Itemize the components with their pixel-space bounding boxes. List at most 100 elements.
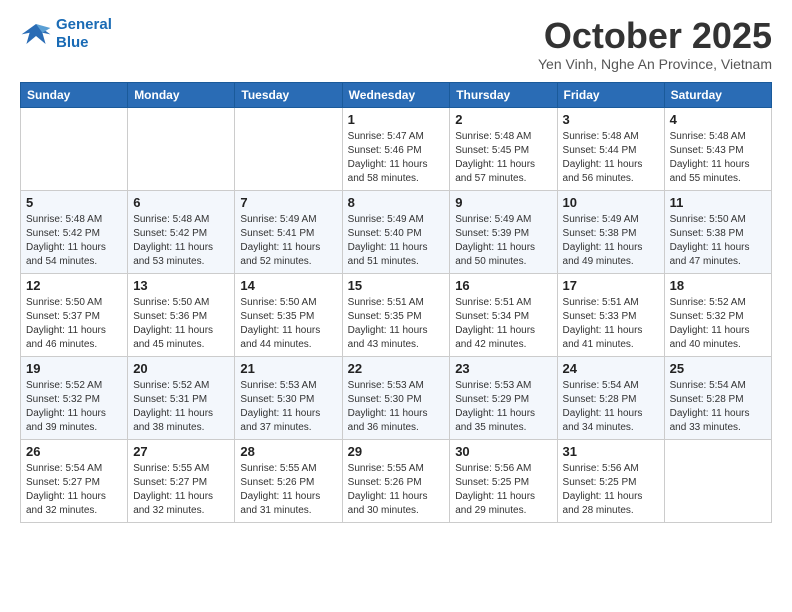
day-info: Sunrise: 5:49 AM Sunset: 5:41 PM Dayligh…	[240, 213, 336, 269]
day-number: 20	[133, 361, 229, 376]
calendar-cell: 14 Sunrise: 5:50 AM Sunset: 5:35 PM Dayli…	[235, 273, 342, 356]
day-number: 10	[563, 195, 659, 210]
header-wednesday: Wednesday	[342, 82, 450, 107]
day-info: Sunrise: 5:56 AM Sunset: 5:25 PM Dayligh…	[563, 462, 659, 518]
day-info: Sunrise: 5:48 AM Sunset: 5:42 PM Dayligh…	[133, 213, 229, 269]
day-info: Sunrise: 5:53 AM Sunset: 5:30 PM Dayligh…	[348, 379, 445, 435]
calendar-cell: 26 Sunrise: 5:54 AM Sunset: 5:27 PM Dayli…	[21, 439, 128, 522]
day-info: Sunrise: 5:52 AM Sunset: 5:32 PM Dayligh…	[26, 379, 122, 435]
header-friday: Friday	[557, 82, 664, 107]
day-info: Sunrise: 5:49 AM Sunset: 5:40 PM Dayligh…	[348, 213, 445, 269]
calendar-cell: 12 Sunrise: 5:50 AM Sunset: 5:37 PM Dayli…	[21, 273, 128, 356]
day-number: 17	[563, 278, 659, 293]
calendar-cell	[21, 107, 128, 190]
week-row-4: 19 Sunrise: 5:52 AM Sunset: 5:32 PM Dayli…	[21, 356, 772, 439]
day-number: 15	[348, 278, 445, 293]
day-info: Sunrise: 5:53 AM Sunset: 5:29 PM Dayligh…	[455, 379, 551, 435]
day-info: Sunrise: 5:50 AM Sunset: 5:38 PM Dayligh…	[670, 213, 766, 269]
calendar-cell: 1 Sunrise: 5:47 AM Sunset: 5:46 PM Daylig…	[342, 107, 450, 190]
day-info: Sunrise: 5:48 AM Sunset: 5:42 PM Dayligh…	[26, 213, 122, 269]
day-info: Sunrise: 5:54 AM Sunset: 5:27 PM Dayligh…	[26, 462, 122, 518]
day-number: 18	[670, 278, 766, 293]
day-number: 1	[348, 112, 445, 127]
day-number: 25	[670, 361, 766, 376]
calendar-cell	[664, 439, 771, 522]
day-number: 12	[26, 278, 122, 293]
calendar-cell: 8Sunrise: 5:49 AM Sunset: 5:40 PM Daylig…	[342, 190, 450, 273]
day-info: Sunrise: 5:48 AM Sunset: 5:43 PM Dayligh…	[670, 130, 766, 186]
week-row-3: 12 Sunrise: 5:50 AM Sunset: 5:37 PM Dayli…	[21, 273, 772, 356]
header-saturday: Saturday	[664, 82, 771, 107]
day-info: Sunrise: 5:53 AM Sunset: 5:30 PM Dayligh…	[240, 379, 336, 435]
calendar-cell: 28 Sunrise: 5:55 AM Sunset: 5:26 PM Dayli…	[235, 439, 342, 522]
day-info: Sunrise: 5:50 AM Sunset: 5:36 PM Dayligh…	[133, 296, 229, 352]
day-number: 19	[26, 361, 122, 376]
calendar-cell: 4 Sunrise: 5:48 AM Sunset: 5:43 PM Daylig…	[664, 107, 771, 190]
day-info: Sunrise: 5:51 AM Sunset: 5:35 PM Dayligh…	[348, 296, 445, 352]
calendar-cell: 30 Sunrise: 5:56 AM Sunset: 5:25 PM Dayli…	[450, 439, 557, 522]
day-number: 7	[240, 195, 336, 210]
calendar-cell: 17 Sunrise: 5:51 AM Sunset: 5:33 PM Dayli…	[557, 273, 664, 356]
day-info: Sunrise: 5:50 AM Sunset: 5:35 PM Dayligh…	[240, 296, 336, 352]
calendar-cell: 27 Sunrise: 5:55 AM Sunset: 5:27 PM Dayli…	[128, 439, 235, 522]
day-number: 29	[348, 444, 445, 459]
day-info: Sunrise: 5:48 AM Sunset: 5:45 PM Dayligh…	[455, 130, 551, 186]
calendar-cell: 13Sunrise: 5:50 AM Sunset: 5:36 PM Dayli…	[128, 273, 235, 356]
calendar-cell	[235, 107, 342, 190]
calendar-cell: 6 Sunrise: 5:48 AM Sunset: 5:42 PM Daylig…	[128, 190, 235, 273]
day-number: 6	[133, 195, 229, 210]
day-number: 4	[670, 112, 766, 127]
calendar-cell: 21 Sunrise: 5:53 AM Sunset: 5:30 PM Dayli…	[235, 356, 342, 439]
calendar-cell: 15 Sunrise: 5:51 AM Sunset: 5:35 PM Dayli…	[342, 273, 450, 356]
calendar-cell: 22 Sunrise: 5:53 AM Sunset: 5:30 PM Dayli…	[342, 356, 450, 439]
calendar-cell: 11 Sunrise: 5:50 AM Sunset: 5:38 PM Dayli…	[664, 190, 771, 273]
header-tuesday: Tuesday	[235, 82, 342, 107]
calendar-cell: 24 Sunrise: 5:54 AM Sunset: 5:28 PM Dayli…	[557, 356, 664, 439]
day-number: 24	[563, 361, 659, 376]
day-info: Sunrise: 5:54 AM Sunset: 5:28 PM Dayligh…	[563, 379, 659, 435]
day-number: 30	[455, 444, 551, 459]
logo-text: General Blue	[56, 16, 112, 52]
day-info: Sunrise: 5:52 AM Sunset: 5:32 PM Dayligh…	[670, 296, 766, 352]
calendar-cell: 20Sunrise: 5:52 AM Sunset: 5:31 PM Dayli…	[128, 356, 235, 439]
calendar-cell	[128, 107, 235, 190]
header-thursday: Thursday	[450, 82, 557, 107]
header-row: SundayMondayTuesdayWednesdayThursdayFrid…	[21, 82, 772, 107]
day-number: 2	[455, 112, 551, 127]
calendar-cell: 25 Sunrise: 5:54 AM Sunset: 5:28 PM Dayli…	[664, 356, 771, 439]
day-info: Sunrise: 5:49 AM Sunset: 5:38 PM Dayligh…	[563, 213, 659, 269]
day-info: Sunrise: 5:51 AM Sunset: 5:34 PM Dayligh…	[455, 296, 551, 352]
calendar-cell: 2 Sunrise: 5:48 AM Sunset: 5:45 PM Daylig…	[450, 107, 557, 190]
calendar-cell: 7 Sunrise: 5:49 AM Sunset: 5:41 PM Daylig…	[235, 190, 342, 273]
day-info: Sunrise: 5:47 AM Sunset: 5:46 PM Dayligh…	[348, 130, 445, 186]
title-area: October 2025 Yen Vinh, Nghe An Province,…	[538, 16, 772, 72]
day-info: Sunrise: 5:51 AM Sunset: 5:33 PM Dayligh…	[563, 296, 659, 352]
header-sunday: Sunday	[21, 82, 128, 107]
calendar-cell: 31Sunrise: 5:56 AM Sunset: 5:25 PM Dayli…	[557, 439, 664, 522]
day-number: 26	[26, 444, 122, 459]
day-info: Sunrise: 5:50 AM Sunset: 5:37 PM Dayligh…	[26, 296, 122, 352]
calendar-cell: 23 Sunrise: 5:53 AM Sunset: 5:29 PM Dayli…	[450, 356, 557, 439]
day-info: Sunrise: 5:54 AM Sunset: 5:28 PM Dayligh…	[670, 379, 766, 435]
day-number: 21	[240, 361, 336, 376]
day-info: Sunrise: 5:48 AM Sunset: 5:44 PM Dayligh…	[563, 130, 659, 186]
header-monday: Monday	[128, 82, 235, 107]
page-header: General Blue October 2025 Yen Vinh, Nghe…	[20, 16, 772, 72]
week-row-5: 26 Sunrise: 5:54 AM Sunset: 5:27 PM Dayli…	[21, 439, 772, 522]
day-number: 3	[563, 112, 659, 127]
logo: General Blue	[20, 16, 112, 52]
day-number: 16	[455, 278, 551, 293]
day-number: 11	[670, 195, 766, 210]
day-number: 27	[133, 444, 229, 459]
week-row-1: 1 Sunrise: 5:47 AM Sunset: 5:46 PM Daylig…	[21, 107, 772, 190]
day-info: Sunrise: 5:55 AM Sunset: 5:26 PM Dayligh…	[240, 462, 336, 518]
calendar-cell: 10 Sunrise: 5:49 AM Sunset: 5:38 PM Dayli…	[557, 190, 664, 273]
day-number: 22	[348, 361, 445, 376]
month-title: October 2025	[538, 16, 772, 56]
day-number: 23	[455, 361, 551, 376]
day-number: 14	[240, 278, 336, 293]
day-info: Sunrise: 5:56 AM Sunset: 5:25 PM Dayligh…	[455, 462, 551, 518]
day-info: Sunrise: 5:55 AM Sunset: 5:27 PM Dayligh…	[133, 462, 229, 518]
day-number: 9	[455, 195, 551, 210]
day-number: 28	[240, 444, 336, 459]
